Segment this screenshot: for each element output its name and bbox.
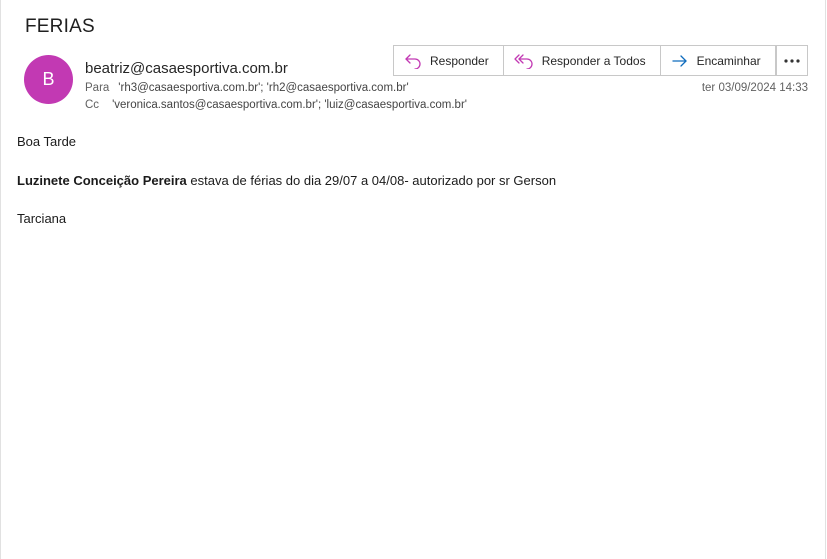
reply-button[interactable]: Responder [394,46,503,75]
cc-value[interactable]: 'veronica.santos@casaesportiva.com.br'; … [112,99,467,111]
body-signature: Tarciana [17,211,67,226]
reply-all-icon [514,53,533,69]
cc-label: Cc [85,99,100,111]
to-value[interactable]: 'rh3@casaesportiva.com.br'; 'rh2@casaesp… [118,82,408,94]
reply-all-button[interactable]: Responder a Todos [502,46,660,75]
message-action-bar: Responder Responder a Todos Encaminhar [393,45,776,76]
email-subject: FERIAS [25,16,95,37]
reply-all-label: Responder a Todos [541,53,646,68]
reply-label: Responder [430,53,489,68]
forward-label: Encaminhar [696,53,761,68]
forward-arrow-icon [671,54,687,67]
more-horizontal-icon [784,58,800,63]
body-message-text: estava de férias do dia 29/07 a 04/08- a… [186,173,557,188]
body-employee-name: Luzinete Conceição Pereira [17,173,187,188]
body-message: Luzinete Conceição Pereira estava de fér… [17,173,556,188]
body-greeting: Boa Tarde [17,134,77,149]
reply-icon [405,53,421,69]
more-actions-button[interactable] [776,45,808,76]
forward-button[interactable]: Encaminhar [659,46,775,75]
cc-recipients: Cc 'veronica.santos@casaesportiva.com.br'… [85,99,467,111]
sent-timestamp: ter 03/09/2024 14:33 [701,82,808,94]
sender-avatar[interactable]: B [24,55,73,104]
avatar-initial: B [42,69,55,89]
to-label: Para [85,82,110,94]
to-recipients: Para 'rh3@casaesportiva.com.br'; 'rh2@cas… [85,82,409,94]
sender-address[interactable]: beatriz@casaesportiva.com.br [85,60,288,77]
